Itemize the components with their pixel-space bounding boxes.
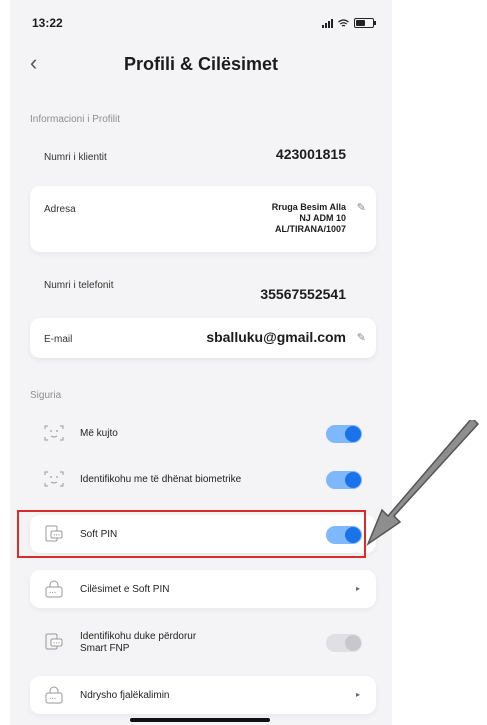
soft-pin-highlight-box <box>17 510 366 558</box>
pin-device-icon: ••• <box>45 633 63 650</box>
face-id-icon <box>44 471 64 487</box>
svg-text:•••: ••• <box>49 590 56 595</box>
remember-me-row: Më kujto <box>30 414 376 452</box>
address-line2: NJ ADM 10 <box>299 213 346 223</box>
lock-icon: ••• <box>45 686 63 704</box>
biometric-toggle[interactable] <box>326 471 362 489</box>
phone-number-label: Numri i telefonit <box>44 280 114 291</box>
address-line3: AL/TIRANA/1007 <box>274 224 346 234</box>
toggle-knob <box>345 635 361 651</box>
address-label: Adresa <box>44 204 76 215</box>
biometric-label: Identifikohu me të dhënat biometrike <box>80 474 242 485</box>
biometric-row: Identifikohu me të dhënat biometrike <box>30 460 376 498</box>
email-label: E-mail <box>44 334 73 345</box>
page-title: Profili & Cilësimet <box>123 54 279 74</box>
client-number-label: Numri i klientit <box>44 152 107 163</box>
client-number-row: Numri i klientit 423001815 <box>30 132 376 176</box>
home-indicator <box>130 718 270 722</box>
remember-me-label: Më kujto <box>80 428 118 439</box>
edit-email-icon[interactable]: ✎ <box>357 331 366 344</box>
smart-fnp-toggle[interactable] <box>326 634 362 652</box>
toggle-knob <box>345 426 361 442</box>
address-card: Adresa Rruga Besim Alla NJ ADM 10 AL/TIR… <box>30 186 376 252</box>
smart-fnp-row: ••• Identifikohu duke përdorur Smart FNP <box>30 620 376 666</box>
profile-section-label: Informacioni i Profilit <box>30 114 121 125</box>
status-icons <box>322 18 376 28</box>
remember-me-toggle[interactable] <box>326 425 362 443</box>
address-line1: Rruga Besim Alla <box>271 202 346 212</box>
soft-pin-settings-row[interactable]: ••• Cilësimet e Soft PIN ▸ <box>30 570 376 608</box>
chevron-right-icon: ▸ <box>355 690 360 699</box>
smart-fnp-label-line1: Identifikohu duke përdorur <box>80 631 197 642</box>
soft-pin-settings-label: Cilësimet e Soft PIN <box>80 584 170 595</box>
pointer-arrow-icon <box>366 420 480 547</box>
phone-screen: 13:22 ‹ Profili & Cilësimet Informacioni… <box>10 0 392 725</box>
edit-address-icon[interactable]: ✎ <box>357 201 366 214</box>
toggle-knob <box>345 472 361 488</box>
wifi-icon <box>338 18 349 27</box>
address-value: Rruga Besim Alla NJ ADM 10 AL/TIRANA/100… <box>272 202 346 235</box>
client-number-value: 423001815 <box>275 146 346 162</box>
email-value: sballuku@gmail.com <box>206 329 346 345</box>
status-time: 13:22 <box>32 16 63 30</box>
battery-icon <box>354 18 376 28</box>
svg-text:•••: ••• <box>53 641 60 646</box>
change-password-label: Ndrysho fjalëkalimin <box>80 690 170 701</box>
lock-icon: ••• <box>45 580 63 598</box>
svg-text:•••: ••• <box>49 696 56 701</box>
change-password-row[interactable]: ••• Ndrysho fjalëkalimin ▸ <box>30 676 376 714</box>
smart-fnp-label: Identifikohu duke përdorur Smart FNP <box>80 631 196 655</box>
signal-icon <box>322 18 333 28</box>
phone-number-row: Numri i telefonit 35567552541 <box>30 266 376 310</box>
smart-fnp-label-line2: Smart FNP <box>80 643 130 654</box>
face-id-icon <box>44 425 64 441</box>
chevron-right-icon: ▸ <box>355 584 360 593</box>
security-section-label: Siguria <box>30 390 62 401</box>
email-card: E-mail sballuku@gmail.com ✎ <box>30 318 376 358</box>
phone-number-value: 35567552541 <box>260 286 346 302</box>
